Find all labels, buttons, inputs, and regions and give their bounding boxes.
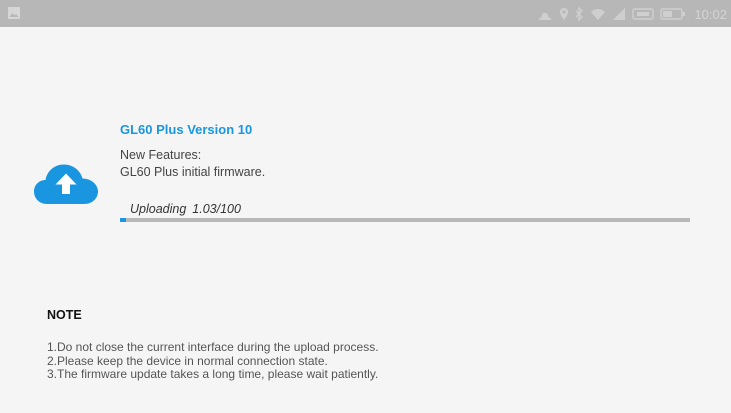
upload-status-label: Uploading <box>130 202 187 216</box>
features-description: GL60 Plus initial firmware. <box>120 165 266 179</box>
image-icon <box>8 7 20 19</box>
status-bar: 10:02 <box>0 0 731 27</box>
upload-progress-bar <box>120 218 690 222</box>
bluetooth-icon <box>575 7 584 21</box>
upload-progress-fill <box>120 218 126 222</box>
sim-icon <box>632 8 655 20</box>
usb-icon <box>539 13 552 20</box>
status-icons: 10:02 <box>537 5 727 23</box>
note-list: 1.Do not close the current interface dur… <box>47 340 379 382</box>
cloud-upload-icon <box>34 164 98 204</box>
wifi-icon <box>591 9 606 20</box>
features-label: New Features: <box>120 148 202 162</box>
location-icon <box>560 8 569 20</box>
note-heading: NOTE <box>47 308 82 322</box>
upload-status: Uploading 1.03/100 <box>130 202 241 216</box>
firmware-update-screen: GL60 Plus Version 10 New Features: GL60 … <box>0 27 731 413</box>
note-item: 3.The firmware update takes a long time,… <box>47 367 379 381</box>
signal-icon <box>613 8 626 20</box>
battery-icon <box>660 8 686 20</box>
upload-progress-text: 1.03/100 <box>192 202 241 216</box>
firmware-version-title: GL60 Plus Version 10 <box>120 122 253 137</box>
note-item: 1.Do not close the current interface dur… <box>47 340 379 354</box>
note-item: 2.Please keep the device in normal conne… <box>47 353 328 368</box>
status-time: 10:02 <box>694 6 727 22</box>
